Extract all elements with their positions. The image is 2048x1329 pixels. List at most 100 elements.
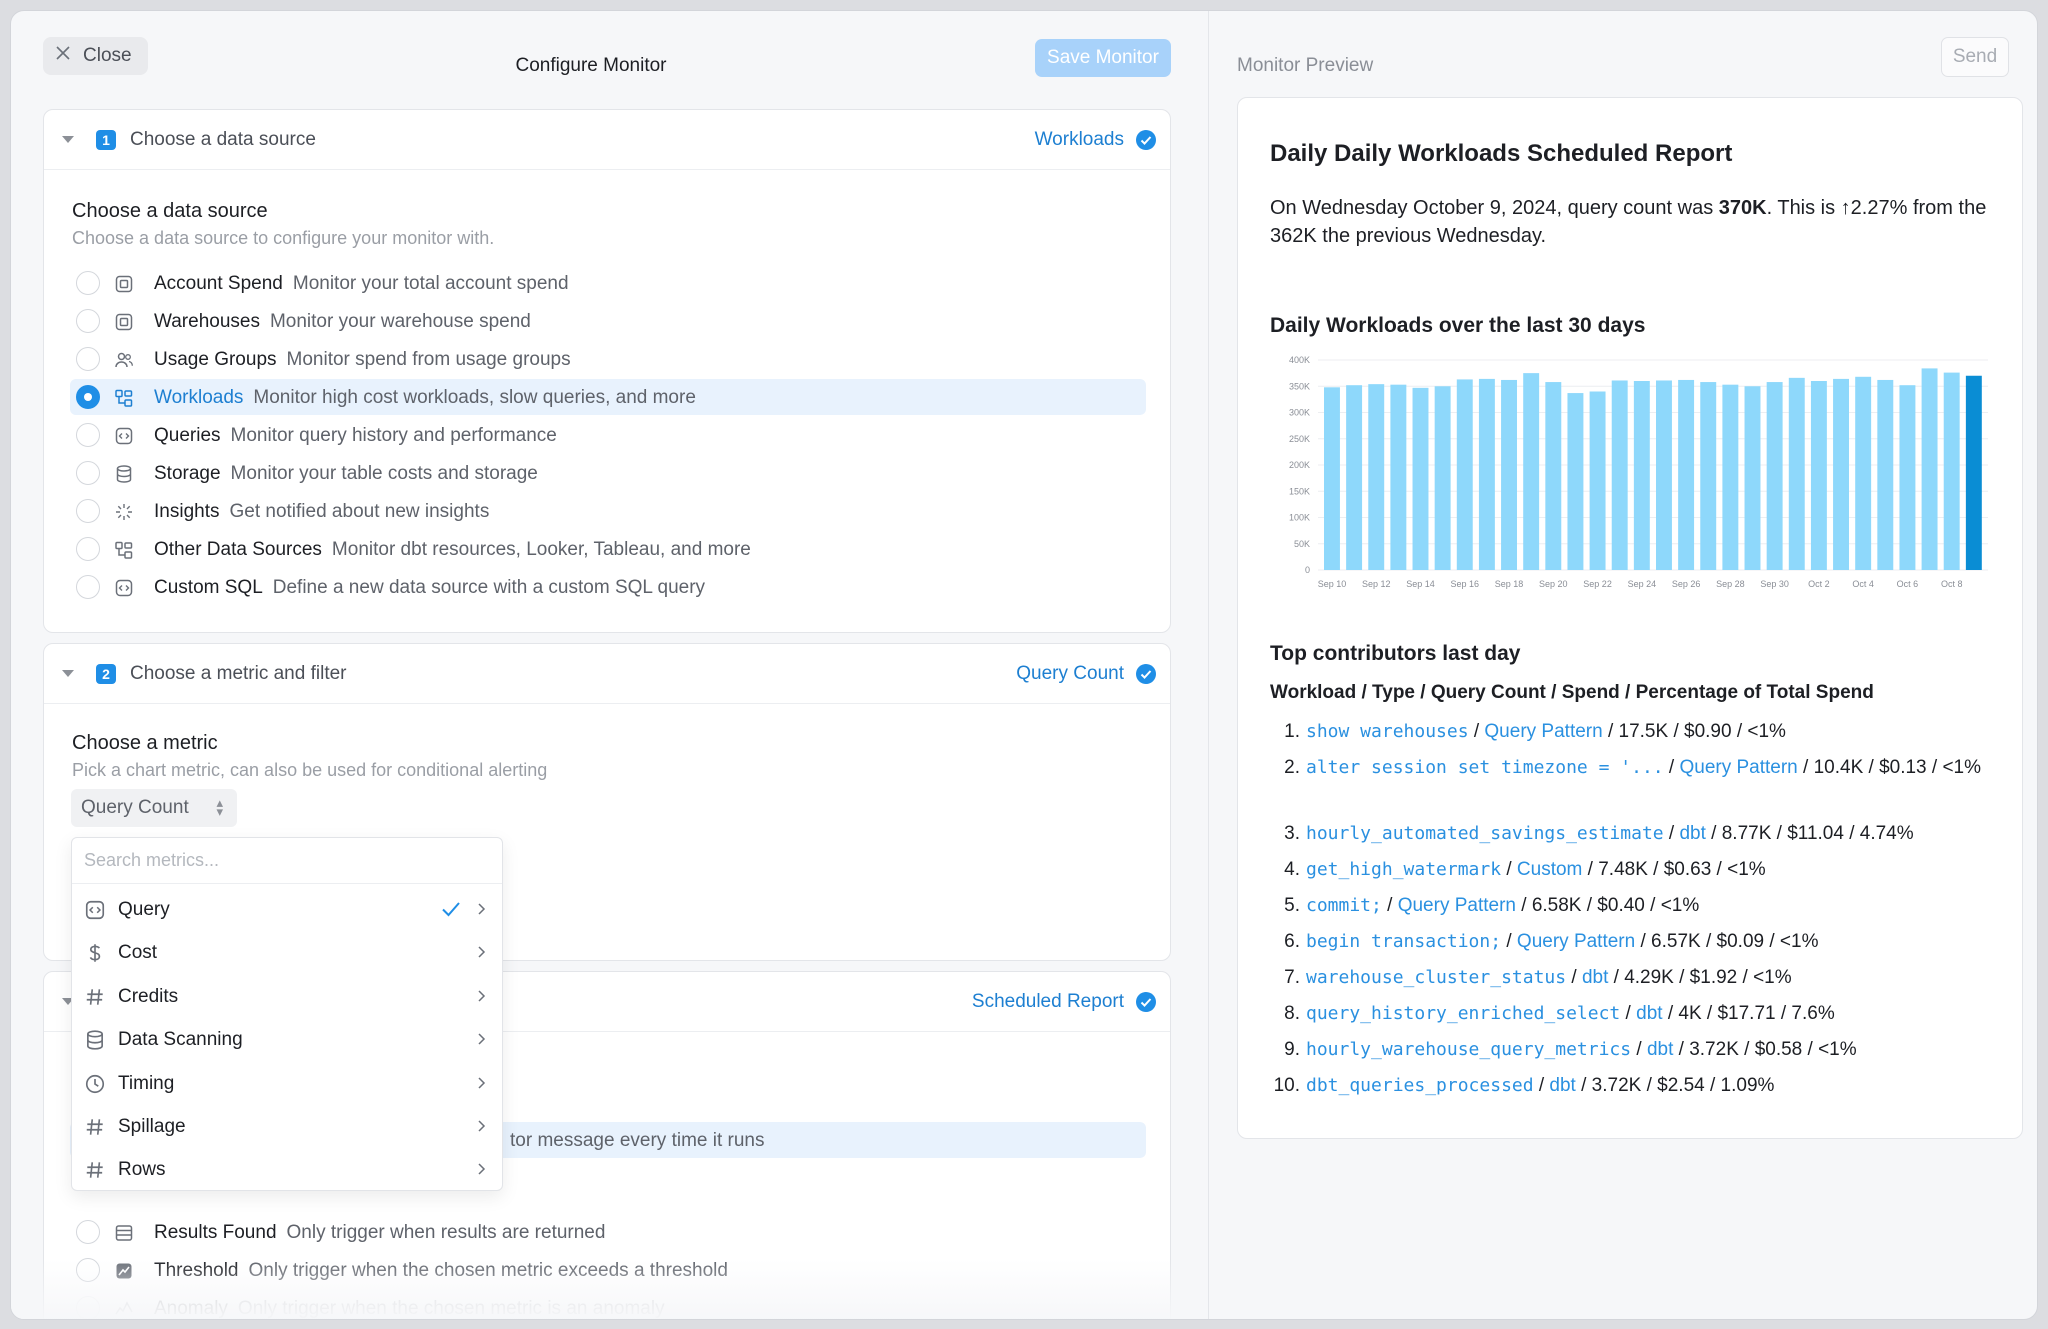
metric-search-input[interactable]: Search metrics... xyxy=(72,838,502,884)
radio-button[interactable] xyxy=(76,499,100,523)
x-tick-label: Sep 18 xyxy=(1495,579,1524,589)
radio-button[interactable] xyxy=(76,271,100,295)
option-description: Only trigger when results are returned xyxy=(286,1222,606,1243)
contributor-workload-link[interactable]: commit; xyxy=(1306,895,1382,916)
contributor-workload-link[interactable]: begin transaction; xyxy=(1306,931,1501,952)
summary-text-start: On Wednesday October 9, 2024, query coun… xyxy=(1270,197,1719,219)
code-icon xyxy=(84,899,106,921)
radio-button[interactable] xyxy=(76,347,100,371)
radio-button[interactable] xyxy=(76,385,100,409)
trigger-option-desc: tor message every time it runs xyxy=(510,1130,765,1151)
separator: / xyxy=(1663,823,1680,844)
report-preview-card: Daily Daily Workloads Scheduled Report O… xyxy=(1237,97,2023,1139)
contributor-type-link[interactable]: dbt xyxy=(1549,1075,1575,1096)
step-selected-value: Scheduled Report xyxy=(971,991,1124,1012)
contributor-rank: 8. xyxy=(1284,1003,1300,1024)
page-title: Configure Monitor xyxy=(515,55,667,76)
contributor-type-link[interactable]: Query Pattern xyxy=(1398,895,1516,916)
sparkle-icon xyxy=(114,502,134,522)
metric-menu-item[interactable]: Data Scanning xyxy=(72,1018,502,1061)
data-source-option[interactable]: Workloads Monitor high cost workloads, sl… xyxy=(70,379,1146,415)
contributor-workload-link[interactable]: dbt_queries_processed xyxy=(1306,1075,1534,1096)
metric-menu-item[interactable]: Timing xyxy=(72,1062,502,1105)
summary-value: 370K xyxy=(1718,197,1767,219)
chart-bar xyxy=(1611,380,1628,570)
step-data-source-header[interactable]: 1 Choose a data source Workloads xyxy=(44,110,1170,170)
check-circle-icon xyxy=(1136,992,1156,1012)
contributor-stats: / 17.5K / $0.90 / <1% xyxy=(1602,721,1786,742)
metric-dropdown[interactable]: Query Count ▴ ▾ xyxy=(71,789,237,827)
chart-bar xyxy=(1589,391,1606,570)
data-source-option[interactable]: Usage Groups Monitor spend from usage gro… xyxy=(70,341,1146,377)
report-title: Daily Daily Workloads Scheduled Report xyxy=(1270,140,1733,167)
contributor-type-link[interactable]: Query Pattern xyxy=(1517,931,1635,952)
contributor-rank: 2. xyxy=(1284,757,1300,778)
contributor-workload-link[interactable]: hourly_automated_savings_estimate xyxy=(1306,823,1664,844)
contributor-stats: / 8.77K / $11.04 / 4.74% xyxy=(1705,823,1914,844)
metric-menu-item[interactable]: Query xyxy=(72,888,502,931)
radio-button[interactable] xyxy=(76,423,100,447)
contributor-type-link[interactable]: Custom xyxy=(1517,859,1582,880)
option-description: Monitor your table costs and storage xyxy=(230,463,538,484)
contributor-type-link[interactable]: Query Pattern xyxy=(1484,721,1602,742)
step-metric-header[interactable]: 2 Choose a metric and filter Query Count xyxy=(44,644,1170,704)
metric-menu-item[interactable]: Spillage xyxy=(72,1105,502,1148)
contributor-type-link[interactable]: Query Pattern xyxy=(1679,757,1797,778)
contributor-text: hourly_automated_savings_estimate / dbt … xyxy=(1306,820,2006,848)
option-name: Other Data Sources xyxy=(154,539,322,560)
contributor-workload-link[interactable]: warehouse_cluster_status xyxy=(1306,967,1566,988)
data-source-option[interactable]: Account Spend Monitor your total account … xyxy=(70,265,1146,301)
data-source-option[interactable]: Queries Monitor query history and perform… xyxy=(70,417,1146,453)
y-tick-label: 350K xyxy=(1289,381,1310,391)
contributor-type-link[interactable]: dbt xyxy=(1636,1003,1662,1024)
option-label: Queries Monitor query history and perform… xyxy=(154,425,557,447)
contributor-workload-link[interactable]: show warehouses xyxy=(1306,721,1469,742)
chart-bar xyxy=(1810,381,1827,570)
save-monitor-button[interactable]: Save Monitor xyxy=(1035,39,1171,77)
send-button[interactable]: Send xyxy=(1941,37,2009,77)
contributor-rank: 7. xyxy=(1284,967,1300,988)
trigger-option[interactable]: Results Found Only trigger when results a… xyxy=(70,1214,1146,1250)
radio-button[interactable] xyxy=(76,1220,100,1244)
data-source-option[interactable]: Insights Get notified about new insights xyxy=(70,493,1146,529)
account-icon xyxy=(114,274,134,294)
contributor-rank: 6. xyxy=(1284,931,1300,952)
radio-button[interactable] xyxy=(76,309,100,333)
contributor-workload-link[interactable]: query_history_enriched_select xyxy=(1306,1003,1620,1024)
metric-menu-label: Query xyxy=(118,899,170,920)
checkmark-icon xyxy=(440,898,462,920)
option-label: Insights Get notified about new insights xyxy=(154,501,489,523)
data-source-option[interactable]: Storage Monitor your table costs and stor… xyxy=(70,455,1146,491)
option-label: Custom SQL Define a new data source with … xyxy=(154,577,705,599)
option-label: Storage Monitor your table costs and stor… xyxy=(154,463,538,485)
contributor-workload-link[interactable]: alter session set timezone = '... xyxy=(1306,757,1664,778)
data-source-option[interactable]: Warehouses Monitor your warehouse spend xyxy=(70,303,1146,339)
metric-menu-item[interactable]: Cost xyxy=(72,931,502,974)
step-number-badge: 1 xyxy=(96,130,116,150)
metric-menu-item[interactable]: Credits xyxy=(72,975,502,1018)
contributor-stats: / 7.48K / $0.63 / <1% xyxy=(1582,859,1766,880)
metric-menu-item[interactable]: Rows xyxy=(72,1148,502,1191)
contributor-type-link[interactable]: dbt xyxy=(1582,967,1608,988)
x-tick-label: Sep 20 xyxy=(1539,579,1568,589)
contributor-type-link[interactable]: dbt xyxy=(1647,1039,1673,1060)
radio-button[interactable] xyxy=(76,537,100,561)
metric-menu: Search metrics... Query Cost Credits Data S… xyxy=(71,837,503,1191)
collapse-caret-icon[interactable] xyxy=(62,136,74,143)
data-source-option[interactable]: Custom SQL Define a new data source with … xyxy=(70,569,1146,605)
option-label: Other Data Sources Monitor dbt resources,… xyxy=(154,539,751,561)
contributor-workload-link[interactable]: get_high_watermark xyxy=(1306,859,1501,880)
step-selected-value: Query Count xyxy=(1016,663,1124,684)
chart-bar xyxy=(1766,382,1783,570)
radio-button[interactable] xyxy=(76,461,100,485)
chart-bar xyxy=(1921,368,1938,570)
chevron-right-icon xyxy=(474,988,488,1004)
x-tick-label: Sep 30 xyxy=(1760,579,1789,589)
radio-button[interactable] xyxy=(76,575,100,599)
contributor-workload-link[interactable]: hourly_warehouse_query_metrics xyxy=(1306,1039,1631,1060)
contributor-text: commit; / Query Pattern / 6.58K / $0.40 … xyxy=(1306,892,2006,920)
data-source-option[interactable]: Other Data Sources Monitor dbt resources,… xyxy=(70,531,1146,567)
option-description: Monitor your total account spend xyxy=(292,273,569,294)
collapse-caret-icon[interactable] xyxy=(62,670,74,677)
contributor-type-link[interactable]: dbt xyxy=(1679,823,1705,844)
